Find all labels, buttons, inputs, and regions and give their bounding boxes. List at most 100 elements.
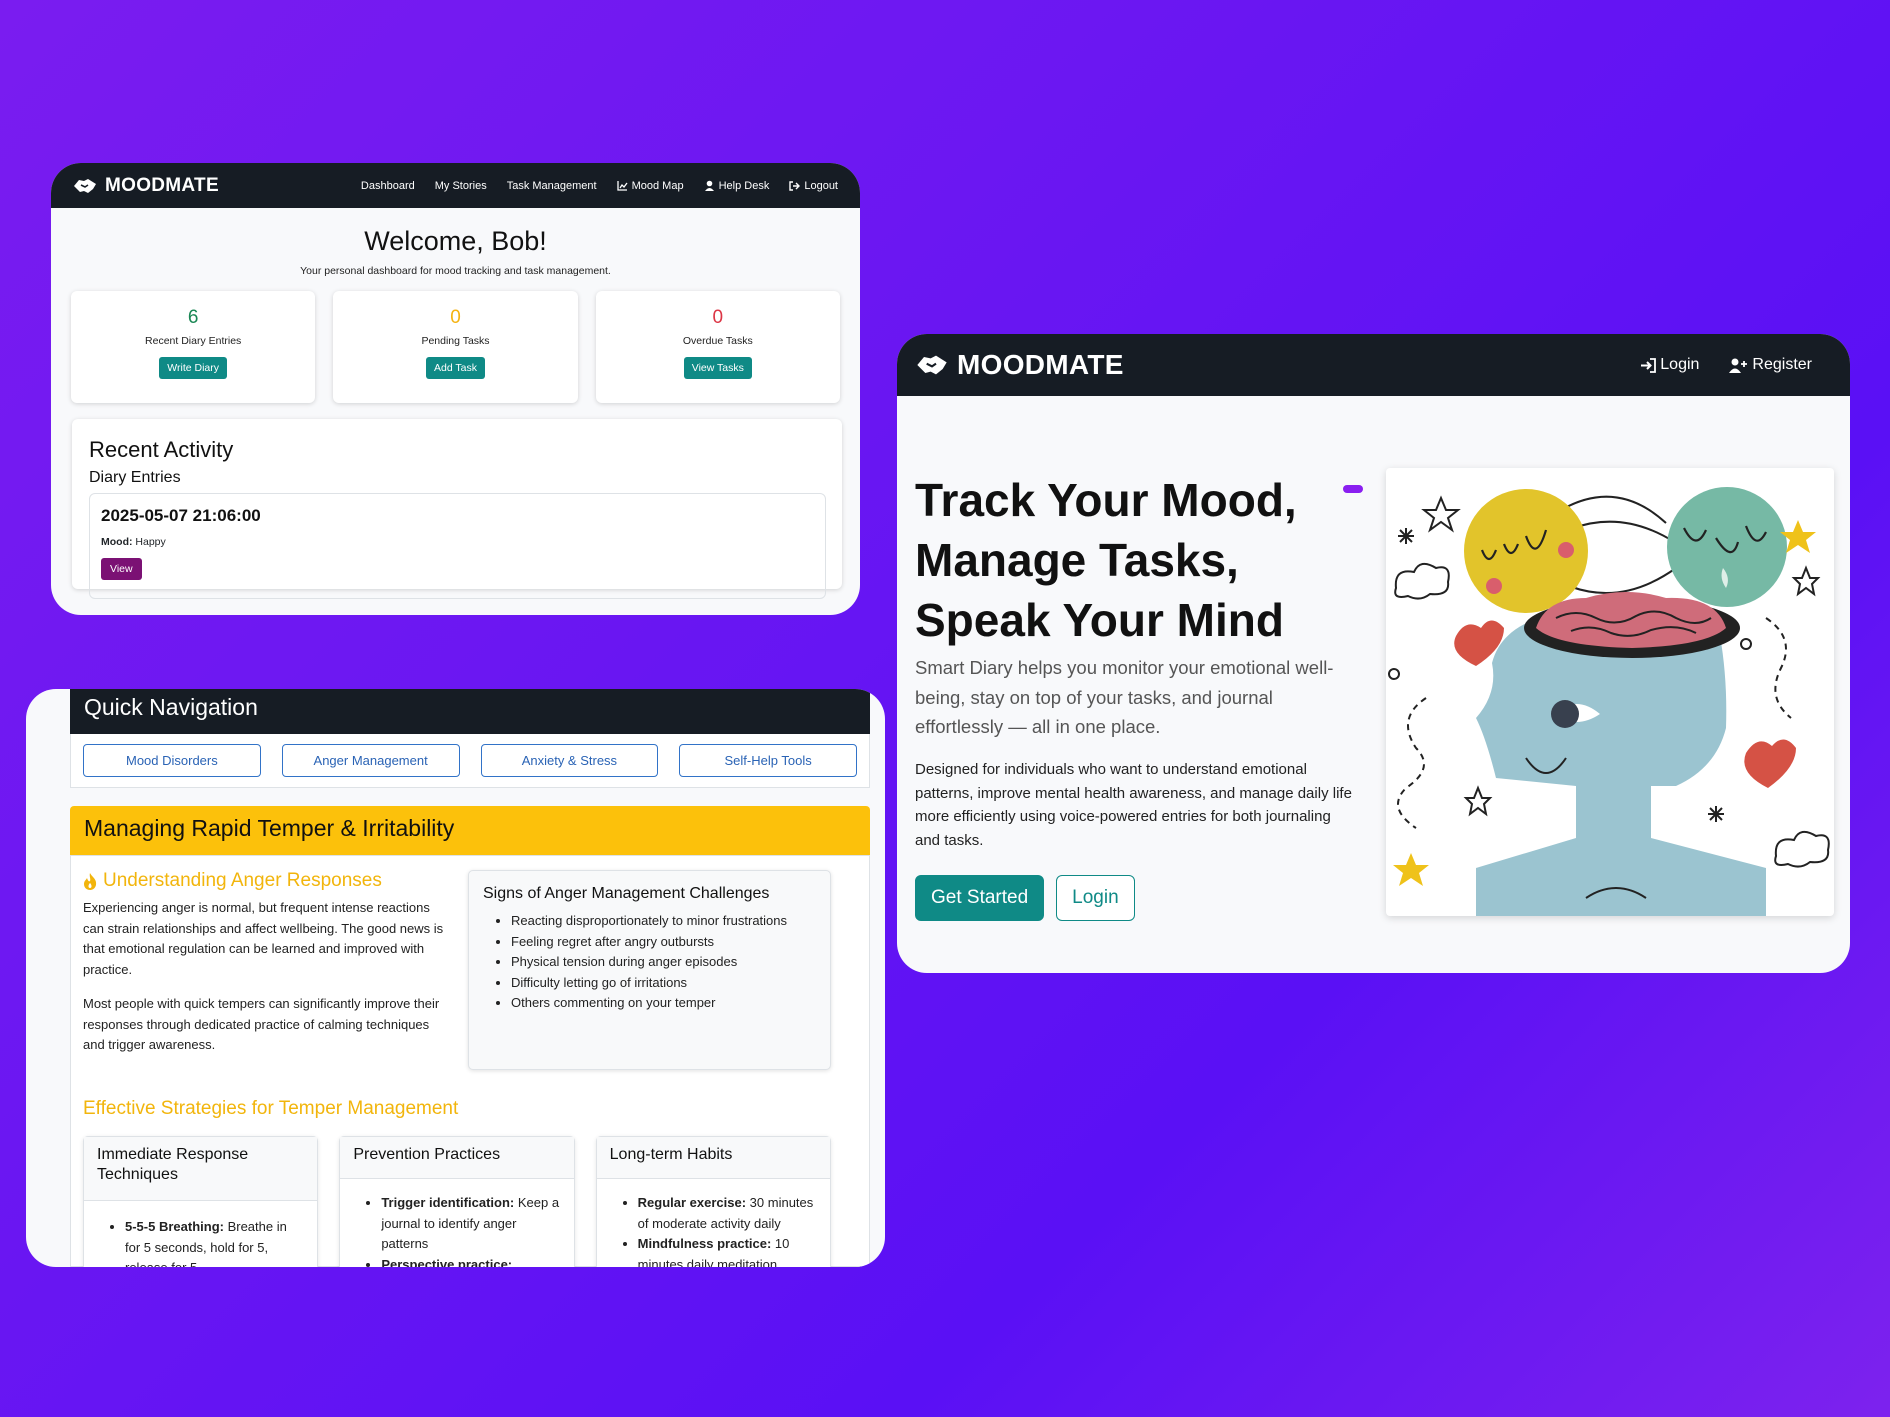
list-item: Mindfulness practice: 10 minutes daily m… xyxy=(638,1234,816,1267)
chart-line-icon xyxy=(616,180,628,191)
self-help-tools-button[interactable]: Self-Help Tools xyxy=(679,744,857,777)
view-entry-button[interactable]: View xyxy=(101,558,142,580)
stat-label: Overdue Tasks xyxy=(682,335,753,347)
strategy-card-immediate: Immediate Response Techniques 5-5-5 Brea… xyxy=(83,1136,319,1267)
sad-face xyxy=(1667,487,1787,607)
user-headset-icon xyxy=(704,180,714,191)
list-item: Regular exercise: 30 minutes of moderate… xyxy=(638,1193,816,1234)
hero-title: Track Your Mood, Manage Tasks, Speak You… xyxy=(915,474,1297,646)
nav-mood-map[interactable]: Mood Map xyxy=(616,179,684,192)
welcome-heading: Welcome, Bob! xyxy=(364,226,547,256)
nav-label: Task Management xyxy=(506,179,597,192)
hero-illustration xyxy=(1386,468,1834,916)
mood-value: Happy xyxy=(135,536,166,548)
understanding-paragraph: Most people with quick tempers can signi… xyxy=(83,996,440,1052)
stat-label: Pending Tasks xyxy=(421,335,490,347)
list-item: Feeling regret after angry outbursts xyxy=(511,932,816,953)
nav-my-stories[interactable]: My Stories xyxy=(435,180,487,192)
handshake-icon xyxy=(917,355,947,375)
nav-label: My Stories xyxy=(434,179,487,192)
quick-navigation-title: Quick Navigation xyxy=(70,689,870,734)
sign-out-icon xyxy=(789,180,801,191)
list-item: 5-5-5 Breathing: Breathe in for 5 second… xyxy=(125,1217,303,1267)
signs-list: Reacting disproportionately to minor fru… xyxy=(483,911,816,1014)
stat-card-pending: 0 Pending Tasks Add Task xyxy=(333,291,578,403)
stat-value: 6 xyxy=(187,307,199,328)
anger-management-button[interactable]: Anger Management xyxy=(281,744,460,777)
quick-navigation-buttons: Mood Disorders Anger Management Anxiety … xyxy=(70,734,870,788)
recent-activity-title: Recent Activity xyxy=(89,437,234,462)
nav-label: Logout xyxy=(804,179,838,192)
brand-name: MOODMATE xyxy=(105,174,219,196)
nav-dashboard[interactable]: Dashboard xyxy=(361,180,415,192)
nav-label: Register xyxy=(1752,356,1812,373)
item-bold: Mindfulness practice: xyxy=(637,1236,772,1251)
sign-in-icon xyxy=(1641,357,1657,373)
mood-label: Mood: xyxy=(101,536,133,548)
nav-help-desk[interactable]: Help Desk xyxy=(704,179,770,192)
signs-title: Signs of Anger Management Challenges xyxy=(483,885,770,902)
dashboard-card: MOODMATE Dashboard My Stories Task Manag… xyxy=(51,163,860,615)
brand-logo[interactable]: MOODMATE xyxy=(915,349,1124,381)
list-item: Physical tension during anger episodes xyxy=(511,952,816,973)
understanding-title-text: Understanding Anger Responses xyxy=(103,870,382,891)
nav-logout[interactable]: Logout xyxy=(789,180,838,192)
list-item: Reacting disproportionately to minor fru… xyxy=(511,911,816,932)
section-body: Understanding Anger Responses Experienci… xyxy=(70,855,870,1267)
strategy-title: Prevention Practices xyxy=(340,1137,574,1179)
brand-logo[interactable]: MOODMATE xyxy=(73,175,219,197)
stat-value: 0 xyxy=(712,307,724,328)
hero-description: Designed for individuals who want to und… xyxy=(915,761,1352,849)
list-item: Perspective practice: xyxy=(381,1255,559,1268)
strategies-title: Effective Strategies for Temper Manageme… xyxy=(83,1098,459,1119)
entry-mood: Mood: Happy xyxy=(101,536,814,548)
anxiety-stress-button[interactable]: Anxiety & Stress xyxy=(480,744,659,777)
nav-register[interactable]: Register xyxy=(1729,356,1812,374)
write-diary-button[interactable]: Write Diary xyxy=(159,357,228,379)
view-tasks-button[interactable]: View Tasks xyxy=(683,357,752,379)
stat-card-diary: 6 Recent Diary Entries Write Diary xyxy=(71,291,316,403)
nav-label: Login xyxy=(1660,356,1700,373)
strategy-card-prevention: Prevention Practices Trigger identificat… xyxy=(339,1136,575,1267)
nav-label: Help Desk xyxy=(718,179,770,192)
get-started-button[interactable]: Get Started xyxy=(915,875,1045,921)
strategy-list: 5-5-5 Breathing: Breathe in for 5 second… xyxy=(84,1201,317,1267)
add-task-button[interactable]: Add Task xyxy=(425,357,485,379)
section-title: Managing Rapid Temper & Irritability xyxy=(70,806,870,855)
landing-navbar: MOODMATE Login Register xyxy=(897,334,1850,396)
understanding-section: Understanding Anger Responses Experienci… xyxy=(83,870,453,1056)
stat-value: 0 xyxy=(450,307,461,328)
stats-row: 6 Recent Diary Entries Write Diary 0 Pen… xyxy=(51,291,860,403)
fire-icon xyxy=(84,872,97,890)
stat-card-overdue: 0 Overdue Tasks View Tasks xyxy=(595,291,840,403)
item-bold: Perspective practice: xyxy=(381,1256,513,1268)
item-bold: 5-5-5 Breathing: xyxy=(125,1219,224,1234)
item-bold: Regular exercise: xyxy=(637,1195,747,1210)
strategy-list: Regular exercise: 30 minutes of moderate… xyxy=(597,1179,830,1267)
nav-label: Mood Map xyxy=(631,179,684,192)
hero-lead: Smart Diary helps you monitor your emoti… xyxy=(915,657,1334,737)
hero-buttons: Get Started Login xyxy=(915,875,1135,921)
diary-entry: 2025-05-07 21:06:00 Mood: Happy View xyxy=(89,493,826,599)
strategy-list: Trigger identification: Keep a journal t… xyxy=(340,1179,573,1267)
list-item: Difficulty letting go of irritations xyxy=(511,973,816,994)
login-button[interactable]: Login xyxy=(1056,875,1135,921)
stat-label: Recent Diary Entries xyxy=(145,335,242,347)
list-item: Others commenting on your temper xyxy=(511,993,816,1014)
handshake-icon xyxy=(74,178,96,193)
welcome-subtitle: Your personal dashboard for mood trackin… xyxy=(300,265,611,277)
recent-activity-panel: Recent Activity Diary Entries 2025-05-07… xyxy=(72,419,842,599)
item-bold: Trigger identification: xyxy=(381,1195,515,1210)
list-item: Trigger identification: Keep a journal t… xyxy=(381,1193,559,1255)
understanding-paragraph: Experiencing anger is normal, but freque… xyxy=(83,900,444,977)
signs-panel: Signs of Anger Management Challenges Rea… xyxy=(468,870,831,1070)
brand-name: MOODMATE xyxy=(957,349,1124,380)
landing-card: MOODMATE Login Register Track Your Mood,… xyxy=(897,334,1850,973)
nav-task-management[interactable]: Task Management xyxy=(507,180,597,192)
mood-disorders-button[interactable]: Mood Disorders xyxy=(83,744,261,777)
nav-label: Dashboard xyxy=(360,179,415,192)
strategy-card-long-term: Long-term Habits Regular exercise: 30 mi… xyxy=(595,1136,831,1267)
strategy-title: Immediate Response Techniques xyxy=(84,1137,318,1201)
nav-login[interactable]: Login xyxy=(1640,356,1699,374)
entry-date: 2025-05-07 21:06:00 xyxy=(101,506,261,525)
